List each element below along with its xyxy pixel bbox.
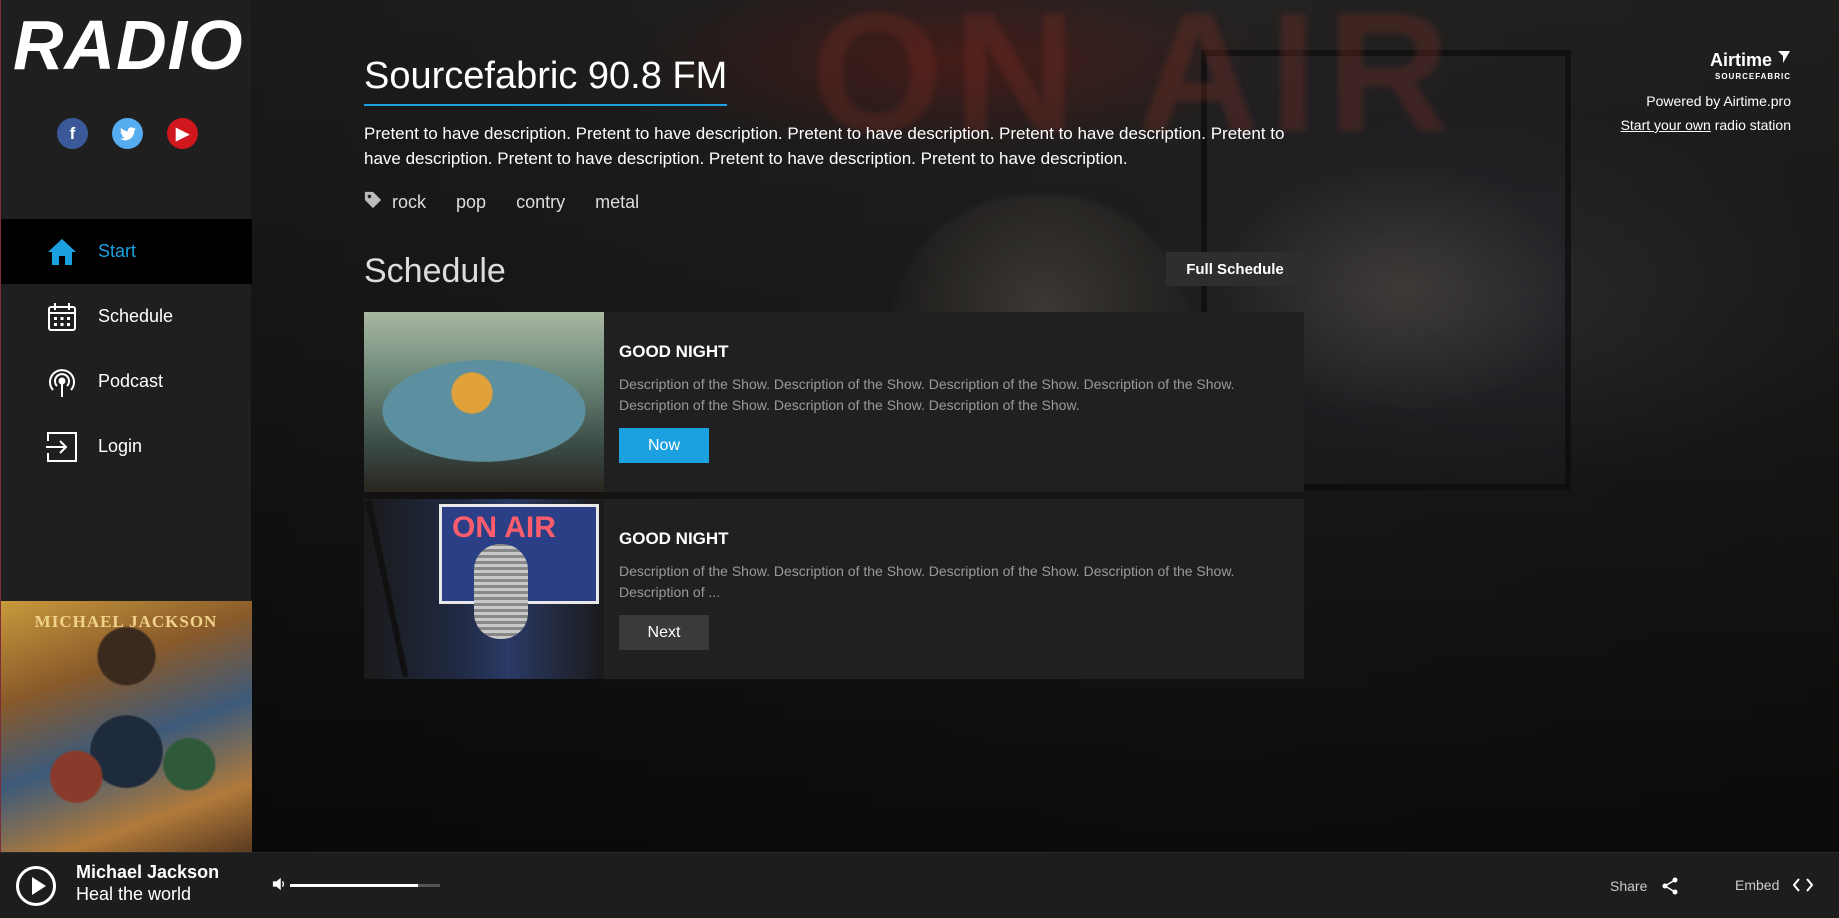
airtime-logo[interactable]: Airtime <box>1621 50 1791 71</box>
tag-rock[interactable]: rock <box>392 192 426 213</box>
schedule-heading: Schedule <box>364 252 506 290</box>
nav-label-podcast: Podcast <box>98 371 164 391</box>
player-bar: Michael Jackson Heal the world Share Emb… <box>0 852 1839 918</box>
nav-label-login: Login <box>98 436 143 456</box>
show-thumbnail <box>364 312 604 492</box>
main-nav: Start Schedule Podcast Login <box>1 219 252 479</box>
show-title: GOOD NIGHT <box>619 342 729 361</box>
now-button[interactable]: Now <box>619 428 709 463</box>
show-description: Description of the Show. Description of … <box>619 563 1235 600</box>
nav-label-start: Start <box>98 241 137 261</box>
tag-pop[interactable]: pop <box>456 192 486 213</box>
next-button[interactable]: Next <box>619 615 709 650</box>
album-cover-title: MICHAEL JACKSON <box>34 612 218 631</box>
station-description: Pretent to have description. Pretent to … <box>364 124 1285 168</box>
player-track: Heal the world <box>76 884 192 904</box>
tag-icon <box>364 191 382 214</box>
album-cover <box>1 601 252 852</box>
sidebar: RADIO f ▶ Start Schedule Podcast Login M… <box>0 0 252 852</box>
nav-item-schedule[interactable]: Schedule <box>1 284 252 349</box>
volume-level <box>290 884 418 887</box>
nav-label-schedule: Schedule <box>98 306 174 326</box>
share-button[interactable]: Share <box>1610 877 1679 895</box>
full-schedule-button[interactable]: Full Schedule <box>1166 252 1304 286</box>
embed-label: Embed <box>1735 877 1780 893</box>
code-icon <box>1793 878 1814 892</box>
volume-slider[interactable] <box>290 884 440 887</box>
show-title: GOOD NIGHT <box>619 529 729 548</box>
start-your-own-link[interactable]: Start your own <box>1621 117 1711 133</box>
show-card: GOOD NIGHT Description of the Show. Desc… <box>364 312 1304 492</box>
tag-list: rock pop contry metal <box>364 191 669 214</box>
share-icon <box>1662 877 1678 895</box>
share-label: Share <box>1610 878 1648 894</box>
play-button[interactable] <box>16 866 56 906</box>
airtime-logo-sub: SOURCEFABRIC <box>1714 72 1791 81</box>
radio-logo[interactable]: RADIO <box>13 10 244 80</box>
twitter-icon[interactable] <box>112 118 143 149</box>
facebook-icon[interactable]: f <box>57 118 88 149</box>
show-description: Description of the Show. Description of … <box>619 376 1235 413</box>
login-icon <box>46 431 78 463</box>
nav-item-login[interactable]: Login <box>1 414 252 479</box>
calendar-icon <box>46 301 78 333</box>
airtime-logo-icon <box>1778 51 1790 63</box>
youtube-icon[interactable]: ▶ <box>167 118 198 149</box>
social-links: f ▶ <box>57 118 198 149</box>
podcast-icon <box>46 366 78 398</box>
start-own-station: Start your own radio station <box>1620 117 1791 133</box>
home-icon <box>46 236 78 268</box>
show-card: ON AIR GOOD NIGHT Description of the Sho… <box>364 499 1304 679</box>
embed-button[interactable]: Embed <box>1735 877 1814 893</box>
powered-by: Powered by Airtime.pro <box>1646 93 1791 109</box>
airtime-branding: Airtime SOURCEFABRIC Powered by Airtime.… <box>1621 50 1791 133</box>
nav-item-start[interactable]: Start <box>1 219 252 284</box>
tag-metal[interactable]: metal <box>595 192 639 213</box>
tag-contry[interactable]: contry <box>516 192 565 213</box>
show-thumbnail: ON AIR <box>364 499 604 679</box>
station-title: Sourcefabric 90.8 FM <box>364 55 728 106</box>
player-artist: Michael Jackson <box>76 862 220 882</box>
nav-item-podcast[interactable]: Podcast <box>1 349 252 414</box>
volume-icon[interactable] <box>272 877 286 896</box>
